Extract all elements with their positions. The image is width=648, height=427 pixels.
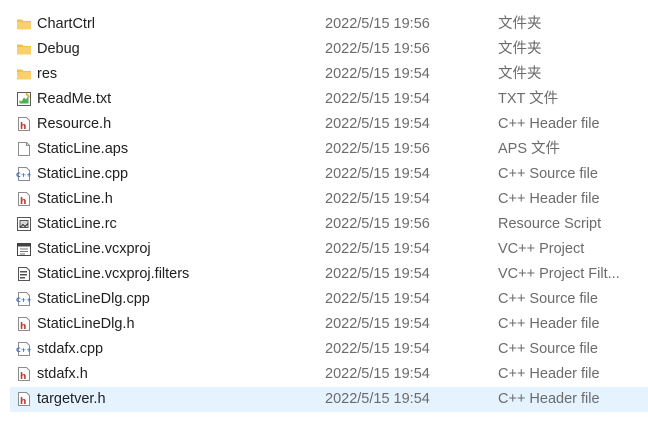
file-row-staticlinedlg-cpp[interactable]: C++ StaticLineDlg.cpp 2022/5/15 19:54 C+… bbox=[0, 287, 648, 312]
file-type: 文件夹 bbox=[498, 16, 542, 32]
file-row-debug[interactable]: Debug 2022/5/15 19:56 文件夹 bbox=[0, 37, 648, 62]
file-name: StaticLine.vcxproj bbox=[37, 241, 151, 257]
file-row-staticline-cpp[interactable]: C++ StaticLine.cpp 2022/5/15 19:54 C++ S… bbox=[0, 162, 648, 187]
svg-text:h: h bbox=[20, 197, 26, 207]
file-name: res bbox=[37, 66, 58, 82]
header-file-icon: h bbox=[16, 316, 32, 332]
cpp-file-icon: C++ bbox=[16, 341, 32, 357]
file-name: StaticLine.rc bbox=[37, 216, 117, 232]
svg-text:C++: C++ bbox=[16, 346, 32, 354]
file-name: stdafx.cpp bbox=[37, 341, 104, 357]
file-date: 2022/5/15 19:54 bbox=[325, 166, 430, 182]
file-type: Resource Script bbox=[498, 216, 602, 232]
file-type: C++ Header file bbox=[498, 366, 600, 382]
file-row-targetver-h[interactable]: h targetver.h 2022/5/15 19:54 C++ Header… bbox=[10, 387, 648, 412]
file-type: APS 文件 bbox=[498, 141, 561, 157]
file-date: 2022/5/15 19:54 bbox=[325, 266, 430, 282]
file-row-staticline-aps[interactable]: StaticLine.aps 2022/5/15 19:56 APS 文件 bbox=[0, 137, 648, 162]
header-file-icon: h bbox=[16, 116, 32, 132]
svg-text:h: h bbox=[20, 322, 26, 332]
file-date: 2022/5/15 19:56 bbox=[325, 41, 430, 57]
file-date: 2022/5/15 19:56 bbox=[325, 141, 430, 157]
file-row-res[interactable]: res 2022/5/15 19:54 文件夹 bbox=[0, 62, 648, 87]
file-name: ChartCtrl bbox=[37, 16, 96, 32]
header-file-icon: h bbox=[16, 366, 32, 382]
file-date: 2022/5/15 19:54 bbox=[325, 391, 430, 407]
svg-text:h: h bbox=[20, 397, 26, 407]
file-date: 2022/5/15 19:54 bbox=[325, 116, 430, 132]
folder-icon bbox=[16, 66, 32, 82]
header-file-icon: h bbox=[16, 391, 32, 407]
file-list: ChartCtrl 2022/5/15 19:56 文件夹 Debug 2022… bbox=[0, 12, 648, 412]
file-type: VC++ Project bbox=[498, 241, 585, 257]
file-name: ReadMe.txt bbox=[37, 91, 112, 107]
file-row-staticlinedlg-h[interactable]: h StaticLineDlg.h 2022/5/15 19:54 C++ He… bbox=[0, 312, 648, 337]
file-name: targetver.h bbox=[37, 391, 106, 407]
file-name: stdafx.h bbox=[37, 366, 88, 382]
file-row-stdafx-h[interactable]: h stdafx.h 2022/5/15 19:54 C++ Header fi… bbox=[0, 362, 648, 387]
svg-text:h: h bbox=[20, 372, 26, 382]
file-row-staticline-rc[interactable]: StaticLine.rc 2022/5/15 19:56 Resource S… bbox=[0, 212, 648, 237]
filters-file-icon bbox=[16, 266, 32, 282]
file-name: Debug bbox=[37, 41, 80, 57]
folder-icon bbox=[16, 41, 32, 57]
file-row-staticline-filters[interactable]: StaticLine.vcxproj.filters 2022/5/15 19:… bbox=[0, 262, 648, 287]
file-row-readme[interactable]: ReadMe.txt 2022/5/15 19:54 TXT 文件 bbox=[0, 87, 648, 112]
file-date: 2022/5/15 19:56 bbox=[325, 216, 430, 232]
file-name: StaticLine.vcxproj.filters bbox=[37, 266, 190, 282]
file-date: 2022/5/15 19:54 bbox=[325, 66, 430, 82]
svg-text:C++: C++ bbox=[16, 171, 32, 179]
file-row-resource-h[interactable]: h Resource.h 2022/5/15 19:54 C++ Header … bbox=[0, 112, 648, 137]
file-date: 2022/5/15 19:54 bbox=[325, 291, 430, 307]
vcxproj-icon bbox=[16, 241, 32, 257]
cpp-file-icon: C++ bbox=[16, 166, 32, 182]
file-type: C++ Source file bbox=[498, 341, 598, 357]
svg-text:C++: C++ bbox=[16, 296, 32, 304]
file-row-staticline-h[interactable]: h StaticLine.h 2022/5/15 19:54 C++ Heade… bbox=[0, 187, 648, 212]
file-type: VC++ Project Filt... bbox=[498, 266, 620, 282]
text-file-icon bbox=[16, 91, 32, 107]
file-name: Resource.h bbox=[37, 116, 112, 132]
file-type: C++ Header file bbox=[498, 391, 600, 407]
file-date: 2022/5/15 19:54 bbox=[325, 366, 430, 382]
file-type: 文件夹 bbox=[498, 66, 542, 82]
file-type: C++ Header file bbox=[498, 191, 600, 207]
file-row-chartctrl[interactable]: ChartCtrl 2022/5/15 19:56 文件夹 bbox=[0, 12, 648, 37]
file-name: StaticLine.cpp bbox=[37, 166, 129, 182]
file-name: StaticLineDlg.h bbox=[37, 316, 135, 332]
file-name: StaticLineDlg.cpp bbox=[37, 291, 150, 307]
file-date: 2022/5/15 19:56 bbox=[325, 16, 430, 32]
file-date: 2022/5/15 19:54 bbox=[325, 241, 430, 257]
file-name: StaticLine.h bbox=[37, 191, 113, 207]
header-file-icon: h bbox=[16, 191, 32, 207]
file-row-stdafx-cpp[interactable]: C++ stdafx.cpp 2022/5/15 19:54 C++ Sourc… bbox=[0, 337, 648, 362]
file-type: C++ Source file bbox=[498, 166, 598, 182]
svg-text:h: h bbox=[20, 122, 26, 132]
file-date: 2022/5/15 19:54 bbox=[325, 341, 430, 357]
resource-script-icon bbox=[16, 216, 32, 232]
file-type: C++ Header file bbox=[498, 316, 600, 332]
file-type: 文件夹 bbox=[498, 41, 542, 57]
file-type: C++ Source file bbox=[498, 291, 598, 307]
file-type: C++ Header file bbox=[498, 116, 600, 132]
folder-icon bbox=[16, 16, 32, 32]
file-date: 2022/5/15 19:54 bbox=[325, 191, 430, 207]
file-row-staticline-vcxproj[interactable]: StaticLine.vcxproj 2022/5/15 19:54 VC++ … bbox=[0, 237, 648, 262]
cpp-file-icon: C++ bbox=[16, 291, 32, 307]
file-name: StaticLine.aps bbox=[37, 141, 129, 157]
file-type: TXT 文件 bbox=[498, 91, 559, 107]
file-date: 2022/5/15 19:54 bbox=[325, 316, 430, 332]
file-date: 2022/5/15 19:54 bbox=[325, 91, 430, 107]
blank-file-icon bbox=[16, 141, 32, 157]
